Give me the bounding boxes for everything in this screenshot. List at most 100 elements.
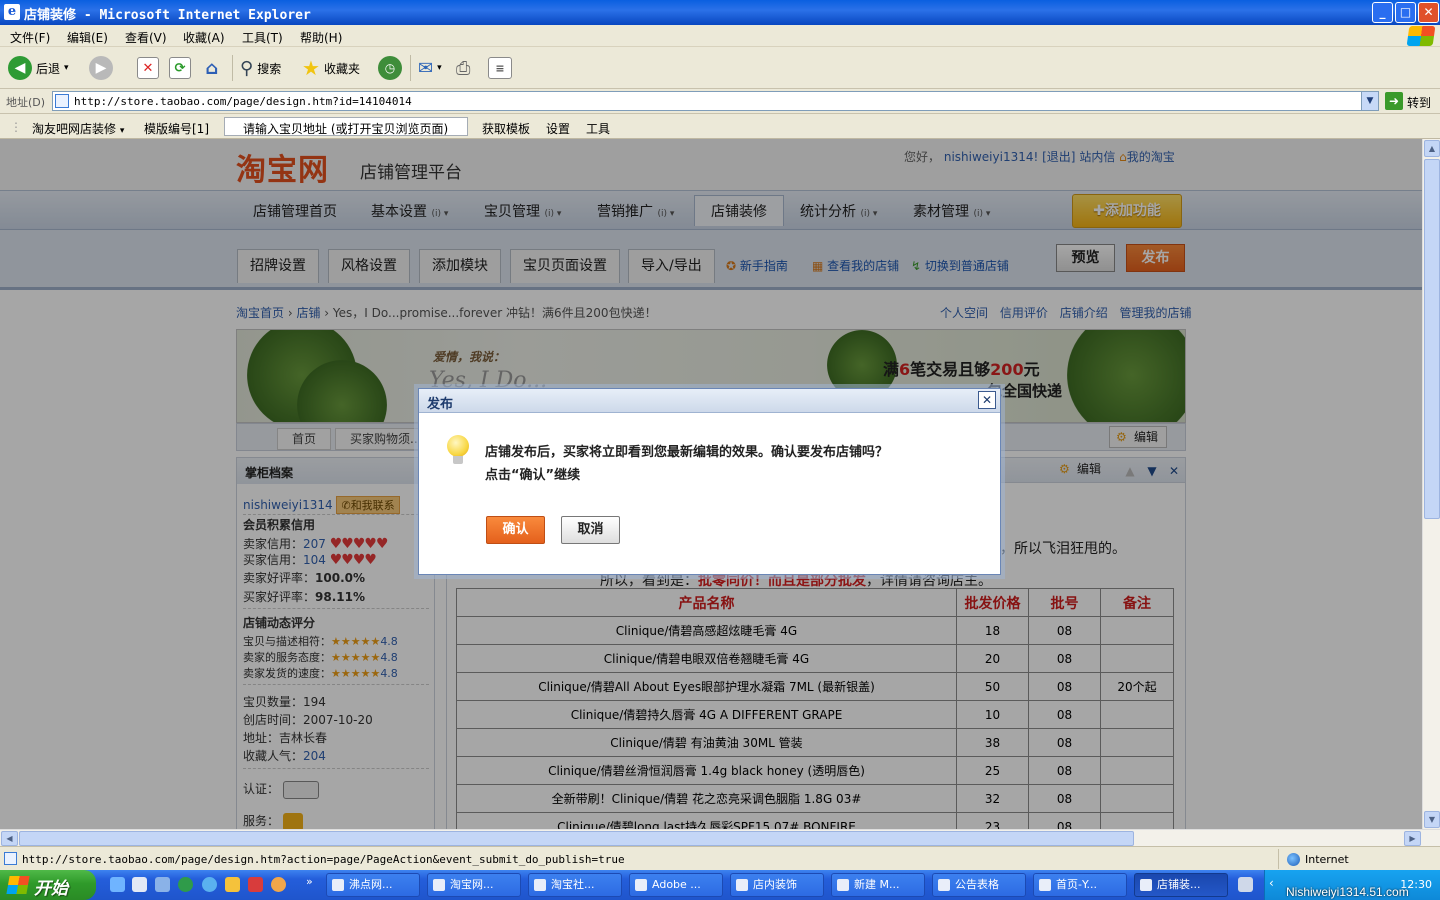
task-button[interactable]: 沸点网... [326,873,420,897]
menu-favorites[interactable]: 收藏(A) [183,29,225,46]
menu-edit[interactable]: 编辑(E) [67,29,108,46]
zone-label: Internet [1305,853,1349,866]
task-button[interactable]: 新建 M... [831,873,925,897]
tray-collapse-icon[interactable]: ‹ [1269,876,1274,890]
menu-bar: 文件(F) 编辑(E) 查看(V) 收藏(A) 工具(T) 帮助(H) [0,25,1440,47]
task-button[interactable]: 公告表格 [932,873,1026,897]
task-button-active[interactable]: 店铺装... [1134,873,1228,897]
chevron-down-icon: ▾ [119,126,125,136]
windows-logo-icon [1406,26,1436,46]
status-bar: http://store.taobao.com/page/design.htm?… [0,846,1440,870]
dialog-header: 发布 ✕ [419,389,1000,413]
home-icon: ⌂ [205,57,219,79]
back-arrow-icon: ◀ [8,56,32,80]
toolbar-separator [410,55,411,81]
star-icon: ★ [302,56,320,80]
toolbar-separator [232,55,233,81]
task-button[interactable]: 淘宝网... [427,873,521,897]
edit-page-button[interactable]: ≡ [488,54,512,82]
security-zone: Internet [1278,849,1349,869]
task-button[interactable]: 首页-Y... [1033,873,1127,897]
address-url: http://store.taobao.com/page/design.htm?… [74,95,412,108]
ie-icon: e [4,4,20,20]
refresh-icon: ⟳ [169,57,191,79]
mail-button[interactable]: ✉ ▾ [418,54,442,82]
menu-help[interactable]: 帮助(H) [300,29,342,46]
plugin-menu[interactable]: 淘友吧网店装修 ▾ [32,120,124,137]
windows-flag-icon [6,876,30,894]
scroll-left-icon[interactable]: ◀ [1,831,18,846]
history-button[interactable]: ◷ [378,54,402,82]
search-label: 搜索 [257,61,282,76]
item-url-placeholder: 请输入宝贝地址 (或打开宝贝浏览页面) [243,122,449,136]
quicklaunch-more-icon[interactable]: » [306,875,313,888]
keyboard-icon[interactable] [1238,877,1253,892]
maximize-button[interactable]: □ [1395,2,1416,23]
start-button[interactable]: 开始 [0,870,96,900]
quicklaunch-app-icon[interactable] [202,877,217,892]
search-button[interactable]: ⚲ 搜索 [240,54,281,82]
favorites-button[interactable]: ★ 收藏夹 [302,54,360,82]
minimize-button[interactable]: _ [1372,2,1393,23]
menu-tools[interactable]: 工具(T) [242,29,283,46]
template-number[interactable]: 模版编号[1] [144,120,209,137]
quicklaunch-app-icon[interactable] [178,877,193,892]
refresh-button[interactable]: ⟳ [169,54,191,82]
horizontal-scroll-thumb[interactable] [19,831,1134,846]
quicklaunch-app-icon[interactable] [248,877,263,892]
dialog-close-button[interactable]: ✕ [978,391,996,409]
scroll-right-icon[interactable]: ▶ [1404,831,1421,846]
mail-icon: ✉ [418,57,434,79]
confirm-button[interactable]: 确认 [486,516,545,544]
scroll-down-icon[interactable]: ▼ [1424,811,1440,828]
quicklaunch-ie-icon[interactable] [110,877,125,892]
status-url: http://store.taobao.com/page/design.htm?… [22,853,625,866]
forward-arrow-icon: ▶ [89,56,113,80]
vertical-scrollbar[interactable]: ▲ ▼ [1422,139,1440,829]
stop-icon: ✕ [137,57,159,79]
mail-dropdown-icon: ▾ [437,63,442,73]
address-dropdown-icon[interactable]: ▼ [1361,92,1378,110]
quicklaunch-app-icon[interactable] [155,877,170,892]
back-button[interactable]: ◀ 后退 ▾ [8,54,69,82]
task-button[interactable]: Adobe ... [629,873,723,897]
print-button[interactable]: ⎙ [456,54,470,82]
window-titlebar: e 店铺装修 - Microsoft Internet Explorer _ □… [0,0,1440,25]
quicklaunch-app-icon[interactable] [271,877,286,892]
lightbulb-icon [445,435,471,469]
page-icon [55,94,69,108]
edit-document-icon: ≡ [488,57,512,79]
window-title: 店铺装修 - Microsoft Internet Explorer [24,8,311,23]
home-button[interactable]: ⌂ [201,54,223,82]
close-window-button[interactable]: ✕ [1418,2,1439,23]
get-template-button[interactable]: 获取模板 [482,120,530,137]
quicklaunch-desktop-icon[interactable] [132,877,147,892]
go-button[interactable]: 转到 [1407,94,1431,111]
task-button[interactable]: 淘宝社... [528,873,622,897]
publish-dialog: 发布 ✕ 店铺发布后，买家将立即看到您最新编辑的效果。确认要发布店铺吗？ 点击“… [418,388,1001,575]
go-arrow-icon[interactable]: ➜ [1385,92,1403,110]
menu-view[interactable]: 查看(V) [125,29,167,46]
history-icon: ◷ [378,56,402,80]
address-input[interactable]: http://store.taobao.com/page/design.htm?… [52,91,1379,111]
dialog-title: 发布 [427,397,454,412]
tools-button[interactable]: 工具 [586,120,610,137]
settings-button[interactable]: 设置 [546,120,570,137]
vertical-scroll-thumb[interactable] [1424,159,1440,519]
ie-toolbar: ◀ 后退 ▾ ▶ ✕ ⟳ ⌂ ⚲ 搜索 ★ 收藏夹 ◷ ✉ ▾ ⎙ ≡ [0,47,1440,89]
stop-button[interactable]: ✕ [137,54,159,82]
horizontal-scrollbar[interactable]: ◀ ▶ [0,829,1440,846]
menu-file[interactable]: 文件(F) [10,29,50,46]
toolbar-grip: ⋮ [10,120,22,134]
address-label: 地址(D) [6,96,46,109]
quicklaunch-qq-icon[interactable] [225,877,240,892]
task-button[interactable]: 店内装饰 [730,873,824,897]
search-icon: ⚲ [240,57,254,79]
forward-button[interactable]: ▶ [89,54,113,82]
scroll-up-icon[interactable]: ▲ [1424,140,1440,157]
cancel-button[interactable]: 取消 [561,516,620,544]
page-icon [4,852,17,865]
dialog-hint: 点击“确认”继续 [485,468,581,483]
item-url-input[interactable]: 请输入宝贝地址 (或打开宝贝浏览页面) [224,117,468,136]
start-label: 开始 [34,879,68,899]
